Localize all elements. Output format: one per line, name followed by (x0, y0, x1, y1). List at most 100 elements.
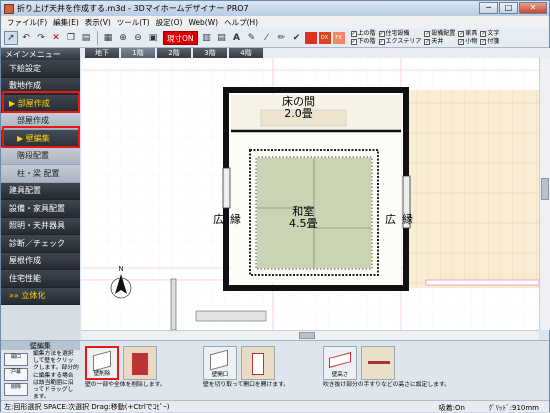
sidebar-subitem-stairs[interactable]: 階段配置 (1, 147, 80, 165)
red-color-icon[interactable] (304, 31, 317, 44)
tool-wall-height[interactable]: 壁高さ 吹き抜け部分の手すりなどの高さに設定します。 (323, 344, 463, 399)
vertical-scrollbar[interactable] (539, 58, 550, 330)
wall-height-button[interactable]: 壁高さ (323, 346, 357, 380)
tab-floor-3[interactable]: 3階 (193, 48, 227, 58)
status-hint: 左:回形選択 SPACE:次選択 Drag:移動(+Ctrlでｺﾋﾟｰ) (4, 402, 170, 411)
dx-icon[interactable]: DX (318, 31, 331, 44)
wall-height-caption: 吹き抜け部分の手すりなどの高さに設定します。 (323, 382, 450, 388)
visibility-checkboxes: ✓ 上の階 ✓ 住宅設備 ✓ 設備配置 ✓ 家具 ✓ 文字 ✓ 下の階 ✓ エクステリア ✓ 天… (350, 30, 503, 46)
sidebar-item-roof[interactable]: 屋根作成 (1, 252, 80, 270)
fx-icon[interactable]: FX (332, 31, 345, 44)
toolbar: ➚ ↶ ↷ ✕ ❐ ▤ ▦ ⊕ ⊖ ▣ 現寸ON ▥ ▤ A ✎ ⁄ ✏ ✔ D… (1, 28, 549, 48)
vertical-scroll-thumb[interactable] (541, 178, 549, 200)
floor-plan-canvas[interactable]: N 床の間 2.0畳 和室 4.5畳 広縁 広縁 (81, 58, 539, 330)
menu-help[interactable]: ヘルプ(H) (224, 17, 258, 28)
maximize-button[interactable]: □ (499, 2, 518, 14)
genzu-on-button[interactable]: 現寸ON (163, 30, 198, 45)
pen-icon[interactable]: ✎ (245, 31, 259, 45)
menu-view[interactable]: 表示(V) (85, 17, 111, 28)
wall-delete-button[interactable]: 壁削除 (85, 346, 119, 380)
tool-wall-opening[interactable]: 壁開口 壁を切り取って開口を開けます。 (203, 344, 313, 399)
horizontal-scrollbar[interactable] (81, 330, 539, 340)
checkbox-sticky-notes[interactable]: ✓ 付箋 (480, 38, 499, 46)
zoom-out-icon[interactable]: ⊖ (131, 31, 145, 45)
app-window: 折り上げ天井を作成する.m3d - 3Dマイホームデザイナー PRO7 ─ □ … (0, 0, 550, 412)
bottom-tool-panel: 壁編集 開口 戸幕 削除 編集方法を選択して壁をクリックします。部分的に編集する… (1, 340, 549, 400)
tool-wall-delete[interactable]: 壁削除 壁の一部や全体を削除します。 (85, 344, 195, 399)
panel-title: 壁編集 (1, 341, 80, 350)
line-tool-icon[interactable]: ⁄ (260, 31, 274, 45)
wall-opening-button[interactable]: 壁開口 (203, 346, 237, 380)
pencil-icon[interactable]: ✏ (275, 31, 289, 45)
checkbox-equipment[interactable]: ✓ 設備配置 (424, 30, 455, 38)
panel-opening-icon[interactable]: 開口 (4, 353, 28, 366)
sidebar-subitem-columns[interactable]: 柱・梁 配置 (1, 165, 80, 183)
copy-icon[interactable]: ❐ (64, 31, 78, 45)
room-label-washitsu: 和室 4.5畳 (289, 205, 318, 230)
panel-description: 編集方法を選択して壁をクリックします。部分的に編集する場合は該当範囲に沿ってドラ… (33, 351, 79, 401)
checkbox-housing-equipment[interactable]: ✓ 住宅設備 (378, 30, 422, 38)
north-label: N (118, 266, 123, 273)
menu-tools[interactable]: ツール(T) (117, 17, 150, 28)
app-icon (4, 3, 14, 14)
menu-web[interactable]: Web(W) (188, 18, 218, 27)
wall-opening-preview (241, 346, 275, 380)
grid-icon[interactable]: ▥ (200, 31, 214, 45)
checkbox-text[interactable]: ✓ 文字 (480, 30, 499, 38)
sidebar-item-diagnosis[interactable]: 診断／チェック (1, 235, 80, 253)
checkbox-upper-floor[interactable]: ✓ 上の階 (350, 30, 376, 38)
panel-door-icon[interactable]: 戸幕 (4, 368, 28, 381)
menu-file[interactable]: ファイル(F) (7, 17, 47, 28)
sidebar-item-site[interactable]: 敷地作成 (1, 77, 80, 95)
room-label-tokonoma: 床の間 2.0畳 (282, 95, 315, 120)
tab-floor-4[interactable]: 4階 (229, 48, 263, 58)
zoom-fit-icon[interactable]: ▣ (146, 31, 160, 45)
sidebar-item-room-create[interactable]: ▶ 部屋作成 (1, 95, 80, 113)
floor-tabs: 地下 1階 2階 3階 4階 (81, 48, 550, 58)
wall-opening-caption: 壁を切り取って開口を開けます。 (203, 382, 290, 388)
menu-bar: ファイル(F) 編集(E) 表示(V) ツール(T) 設定(O) Web(W) … (1, 16, 549, 28)
paste-icon[interactable]: ▤ (79, 31, 93, 45)
sidebar-subitem-wall-edit[interactable]: ▶ 壁編集 (1, 130, 80, 148)
undo-icon[interactable]: ↶ (19, 31, 33, 45)
menu-settings[interactable]: 設定(O) (156, 17, 183, 28)
tab-floor-2[interactable]: 2階 (157, 48, 191, 58)
sidebar-item-fittings[interactable]: 建具配置 (1, 182, 80, 200)
checkbox-lower-floor[interactable]: ✓ 下の階 (350, 38, 376, 46)
checkbox-exterior[interactable]: ✓ エクステリア (378, 38, 421, 46)
main-menu-header: メインメニュー (1, 48, 80, 60)
toolbar-separator (97, 30, 98, 45)
layer-icon[interactable]: ▤ (215, 31, 229, 45)
print-icon[interactable]: ▦ (101, 31, 115, 45)
checkbox-ceiling[interactable]: ✓ 天井 (424, 38, 455, 46)
room-label-hiroen-left: 広縁 (213, 213, 247, 226)
redo-icon[interactable]: ↷ (34, 31, 48, 45)
delete-icon[interactable]: ✕ (49, 31, 63, 45)
zoom-in-icon[interactable]: ⊕ (116, 31, 130, 45)
minimize-button[interactable]: ─ (479, 2, 498, 14)
tab-basement[interactable]: 地下 (85, 48, 119, 58)
wall-opening-icon (210, 349, 228, 371)
check-icon[interactable]: ✔ (290, 31, 304, 45)
text-tool-icon[interactable]: A (230, 31, 244, 45)
wall-opening-label: 壁開口 (211, 372, 229, 378)
sidebar-item-performance[interactable]: 住宅性能 (1, 270, 80, 288)
panel-delete-icon[interactable]: 削除 (4, 383, 28, 396)
title-bar: 折り上げ天井を作成する.m3d - 3Dマイホームデザイナー PRO7 ─ □ … (1, 1, 549, 16)
wall-delete-caption: 壁の一部や全体を削除します。 (85, 382, 166, 388)
sidebar-subitem-room-create[interactable]: 部屋作成 (1, 112, 80, 130)
close-button[interactable]: ✕ (519, 2, 547, 14)
window-title: 折り上げ天井を作成する.m3d - 3Dマイホームデザイナー PRO7 (17, 4, 249, 13)
horizontal-scroll-thumb[interactable] (299, 332, 315, 339)
tab-floor-1[interactable]: 1階 (121, 48, 155, 58)
select-arrow-icon[interactable]: ➚ (4, 30, 18, 45)
sidebar-item-lighting[interactable]: 照明・天井器具 (1, 217, 80, 235)
checkbox-small-items[interactable]: ✓ 小物 (458, 38, 477, 46)
checkbox-furniture[interactable]: ✓ 家具 (458, 30, 477, 38)
sidebar-item-3d[interactable]: »» 立体化 (1, 287, 80, 305)
sidebar-item-underlay[interactable]: 下絵設定 (1, 60, 80, 78)
main-menu-sidebar: メインメニュー 下絵設定 敷地作成 ▶ 部屋作成 部屋作成 ▶ 壁編集 階段配置… (1, 48, 80, 340)
sidebar-item-furniture[interactable]: 設備・家具配置 (1, 200, 80, 218)
wall-height-label: 壁高さ (331, 372, 349, 378)
menu-edit[interactable]: 編集(E) (53, 17, 79, 28)
